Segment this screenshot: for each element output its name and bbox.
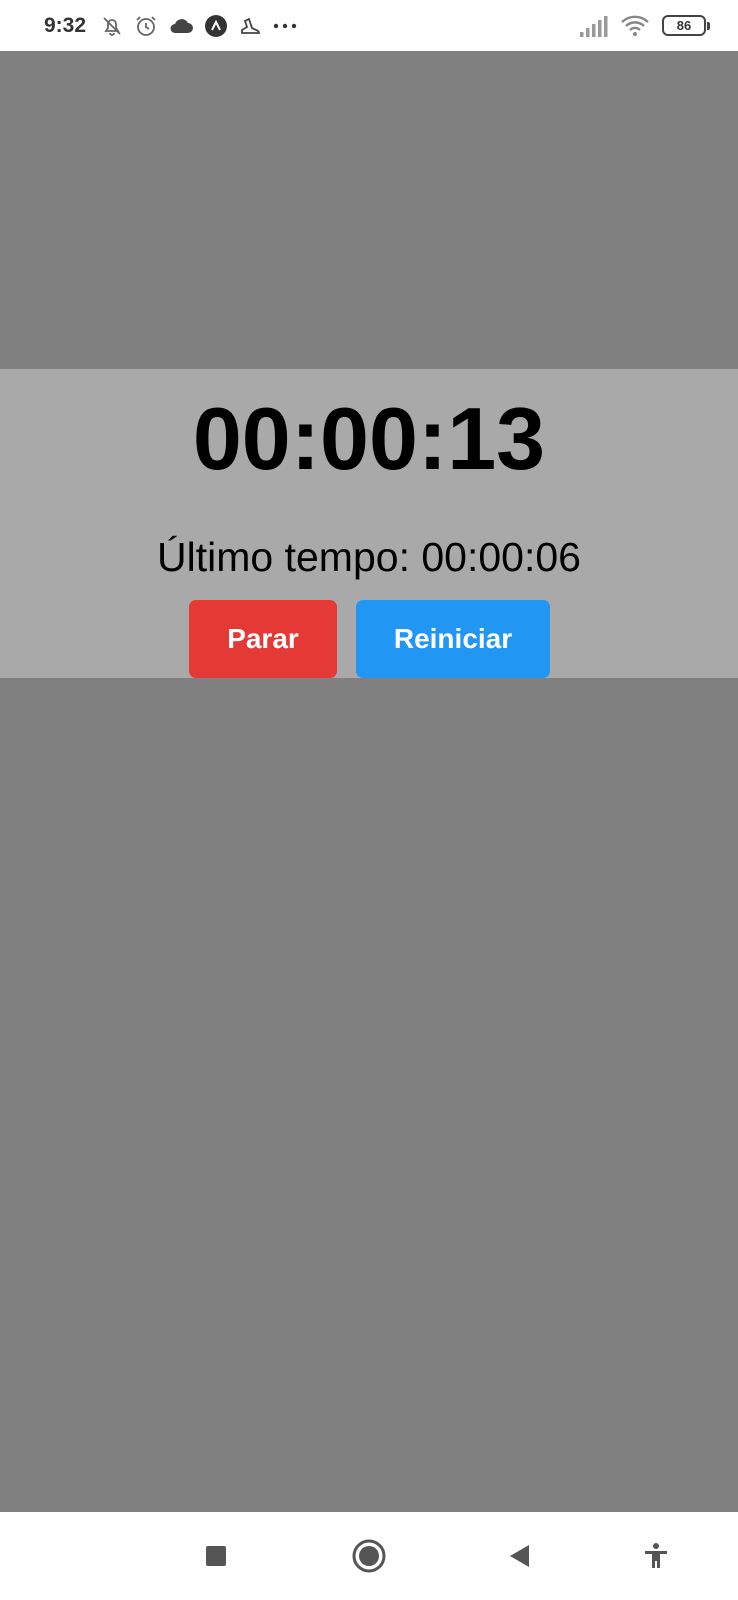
- cloud-icon: [168, 16, 194, 36]
- reset-button[interactable]: Reiniciar: [356, 600, 550, 678]
- accessibility-icon[interactable]: [634, 1534, 678, 1578]
- stop-button[interactable]: Parar: [189, 600, 337, 678]
- status-right: 86: [580, 14, 710, 38]
- battery-icon: 86: [662, 15, 710, 36]
- last-time-label: Último tempo: 00:00:06: [157, 534, 581, 580]
- status-bar: 9:32 86: [0, 0, 738, 51]
- elapsed-time: 00:00:13: [192, 389, 546, 488]
- status-time: 9:32: [44, 13, 87, 37]
- shoe-icon: [238, 14, 262, 38]
- status-left: 9:32: [44, 14, 298, 38]
- app-circle-icon: [204, 14, 228, 38]
- alarm-icon: [134, 14, 158, 38]
- more-dots-icon: [272, 22, 298, 30]
- navigation-bar: [0, 1512, 738, 1600]
- stopwatch-panel: 00:00:13 Último tempo: 00:00:06 Parar Re…: [0, 369, 738, 678]
- battery-level: 86: [676, 18, 692, 33]
- home-circle-icon[interactable]: [347, 1534, 391, 1578]
- bell-off-icon: [100, 14, 124, 38]
- wifi-icon: [620, 14, 650, 38]
- recents-square-icon[interactable]: [194, 1534, 238, 1578]
- signal-icon: [580, 15, 608, 37]
- back-triangle-icon[interactable]: [498, 1534, 542, 1578]
